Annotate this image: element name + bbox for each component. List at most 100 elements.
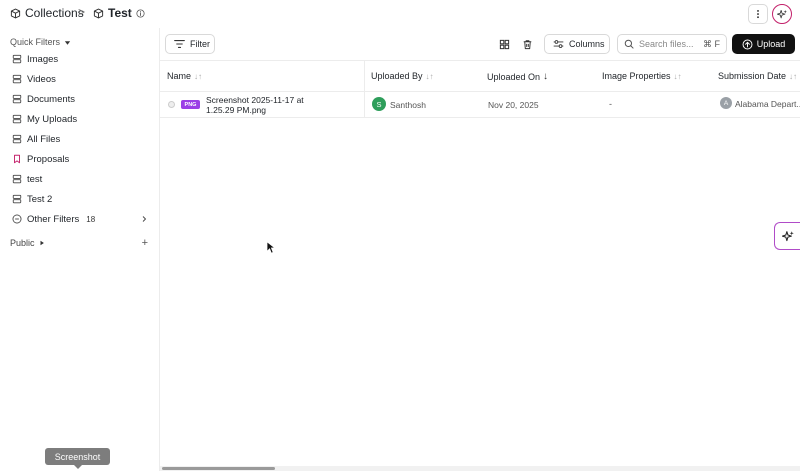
row-select-radio[interactable] — [168, 101, 175, 108]
breadcrumb-collections[interactable]: Collections — [10, 6, 84, 20]
breadcrumb-separator: > — [78, 5, 86, 19]
chevron-right-icon — [140, 215, 148, 223]
columns-label: Columns — [569, 39, 605, 49]
column-header-label: Name — [167, 71, 192, 81]
file-type-badge: PNG — [181, 100, 200, 109]
grid-icon — [499, 39, 510, 50]
grid-view-button[interactable] — [497, 37, 511, 51]
breadcrumb-current: Test — [93, 6, 145, 20]
caret-right-icon — [39, 240, 45, 246]
sort-icon: ↓↑ — [673, 71, 682, 81]
floating-ai-button[interactable] — [774, 222, 800, 250]
sidebar-item-proposals[interactable]: Proposals — [12, 151, 148, 167]
more-options-button[interactable] — [748, 4, 768, 24]
sidebar-item-my-uploads[interactable]: My Uploads — [12, 111, 148, 127]
table-header: Name ↓↑ Uploaded By ↓↑ Uploaded On ↓ Image … — [160, 60, 800, 92]
filter-label: Filter — [190, 39, 210, 49]
public-section-toggle[interactable]: Public + — [10, 237, 148, 249]
column-header-uploaded-by[interactable]: Uploaded By ↓↑ — [371, 71, 434, 81]
vertical-dots-icon — [753, 9, 763, 19]
column-header-label: Image Properties — [602, 71, 671, 81]
sidebar-item-all-files[interactable]: All Files — [12, 131, 148, 147]
organization-avatar: A — [720, 97, 732, 109]
caret-down-icon — [64, 39, 71, 46]
file-name[interactable]: Screenshot 2025-11-17 at 1.25.29 PM.png — [206, 95, 318, 115]
sidebar-item-other-filters[interactable]: Other Filters 18 — [12, 211, 148, 227]
sidebar-item-label: My Uploads — [27, 113, 78, 125]
column-header-image-properties[interactable]: Image Properties ↓↑ — [602, 71, 682, 81]
sparkle-icon — [782, 230, 795, 243]
sidebar-item-test-2[interactable]: Test 2 — [12, 191, 148, 207]
column-header-name[interactable]: Name ↓↑ — [167, 71, 202, 81]
sidebar-item-label: Other Filters — [27, 213, 80, 225]
sidebar-item-label: Images — [27, 53, 59, 65]
sliders-icon — [553, 39, 564, 49]
sidebar-item-label: test — [27, 173, 43, 185]
tooltip: Screenshot — [45, 448, 110, 469]
database-icon — [12, 94, 22, 104]
database-icon — [12, 174, 22, 184]
submission-organization: Alabama Depart... — [735, 99, 800, 109]
image-properties-value: - — [609, 99, 612, 109]
sidebar: Quick Filters Images Videos Documents My… — [0, 28, 160, 471]
columns-button[interactable]: Columns — [544, 34, 610, 54]
sidebar-item-images[interactable]: Images — [12, 51, 148, 67]
delete-button[interactable] — [520, 37, 534, 51]
sidebar-item-label: All Files — [27, 133, 61, 145]
sparkle-icon — [776, 9, 788, 20]
sidebar-item-label: Test 2 — [27, 193, 53, 205]
sidebar-item-test[interactable]: test — [12, 171, 148, 187]
database-icon — [12, 74, 22, 84]
public-label: Public — [10, 238, 35, 248]
breadcrumb-root-label: Collections — [25, 6, 84, 20]
add-public-button[interactable]: + — [142, 237, 148, 249]
quick-filters-label: Quick Filters — [10, 37, 61, 47]
horizontal-scrollbar[interactable] — [160, 466, 800, 471]
search-input[interactable]: Search files... ⌘ F — [617, 34, 727, 54]
more-circle-icon — [12, 214, 22, 224]
sidebar-item-documents[interactable]: Documents — [12, 91, 148, 107]
sidebar-item-label: Documents — [27, 93, 76, 105]
sidebar-item-videos[interactable]: Videos — [12, 71, 148, 87]
search-placeholder: Search files... — [639, 39, 694, 49]
sort-icon: ↓↑ — [194, 71, 203, 81]
column-header-uploaded-on[interactable]: Uploaded On ↓ — [487, 71, 548, 82]
sort-desc-icon: ↓ — [543, 71, 549, 82]
top-bar: Collections > Test — [0, 0, 800, 28]
upload-button[interactable]: Upload — [732, 34, 795, 54]
filter-lines-icon — [174, 39, 185, 49]
column-header-label: Submission Date — [718, 71, 787, 81]
search-shortcut: ⌘ F — [703, 38, 720, 49]
mouse-cursor-icon — [266, 241, 276, 257]
database-icon — [12, 134, 22, 144]
quick-filters-toggle[interactable]: Quick Filters — [10, 37, 71, 47]
filter-button[interactable]: Filter — [165, 34, 215, 54]
bookmark-icon — [12, 154, 22, 164]
upload-circle-icon — [742, 39, 753, 50]
database-icon — [12, 54, 22, 64]
database-icon — [12, 114, 22, 124]
column-header-submission-date[interactable]: Submission Date ↓↑ — [718, 71, 797, 81]
toolbar: Filter Columns Search files... ⌘ F Uploa… — [160, 28, 800, 60]
table-row[interactable]: PNG Screenshot 2025-11-17 at 1.25.29 PM.… — [160, 92, 800, 118]
trash-icon — [522, 39, 533, 50]
cube-icon — [93, 8, 104, 19]
sort-icon: ↓↑ — [425, 71, 434, 81]
ai-assistant-button[interactable] — [772, 4, 792, 24]
column-header-label: Uploaded On — [487, 71, 541, 82]
sort-icon: ↓↑ — [789, 71, 798, 81]
uploaded-on-date: Nov 20, 2025 — [488, 100, 539, 110]
upload-label: Upload — [756, 39, 786, 49]
column-header-label: Uploaded By — [371, 71, 423, 81]
search-icon — [624, 39, 634, 49]
info-icon[interactable] — [136, 8, 145, 18]
uploader-name: Santhosh — [390, 100, 426, 110]
sidebar-item-label: Proposals — [27, 153, 70, 165]
other-filters-count: 18 — [86, 214, 96, 224]
breadcrumb-current-label: Test — [108, 6, 132, 20]
uploader-avatar: S — [372, 97, 386, 111]
scrollbar-thumb[interactable] — [162, 467, 275, 470]
database-icon — [12, 194, 22, 204]
sidebar-item-label: Videos — [27, 73, 56, 85]
cube-icon — [10, 8, 21, 19]
